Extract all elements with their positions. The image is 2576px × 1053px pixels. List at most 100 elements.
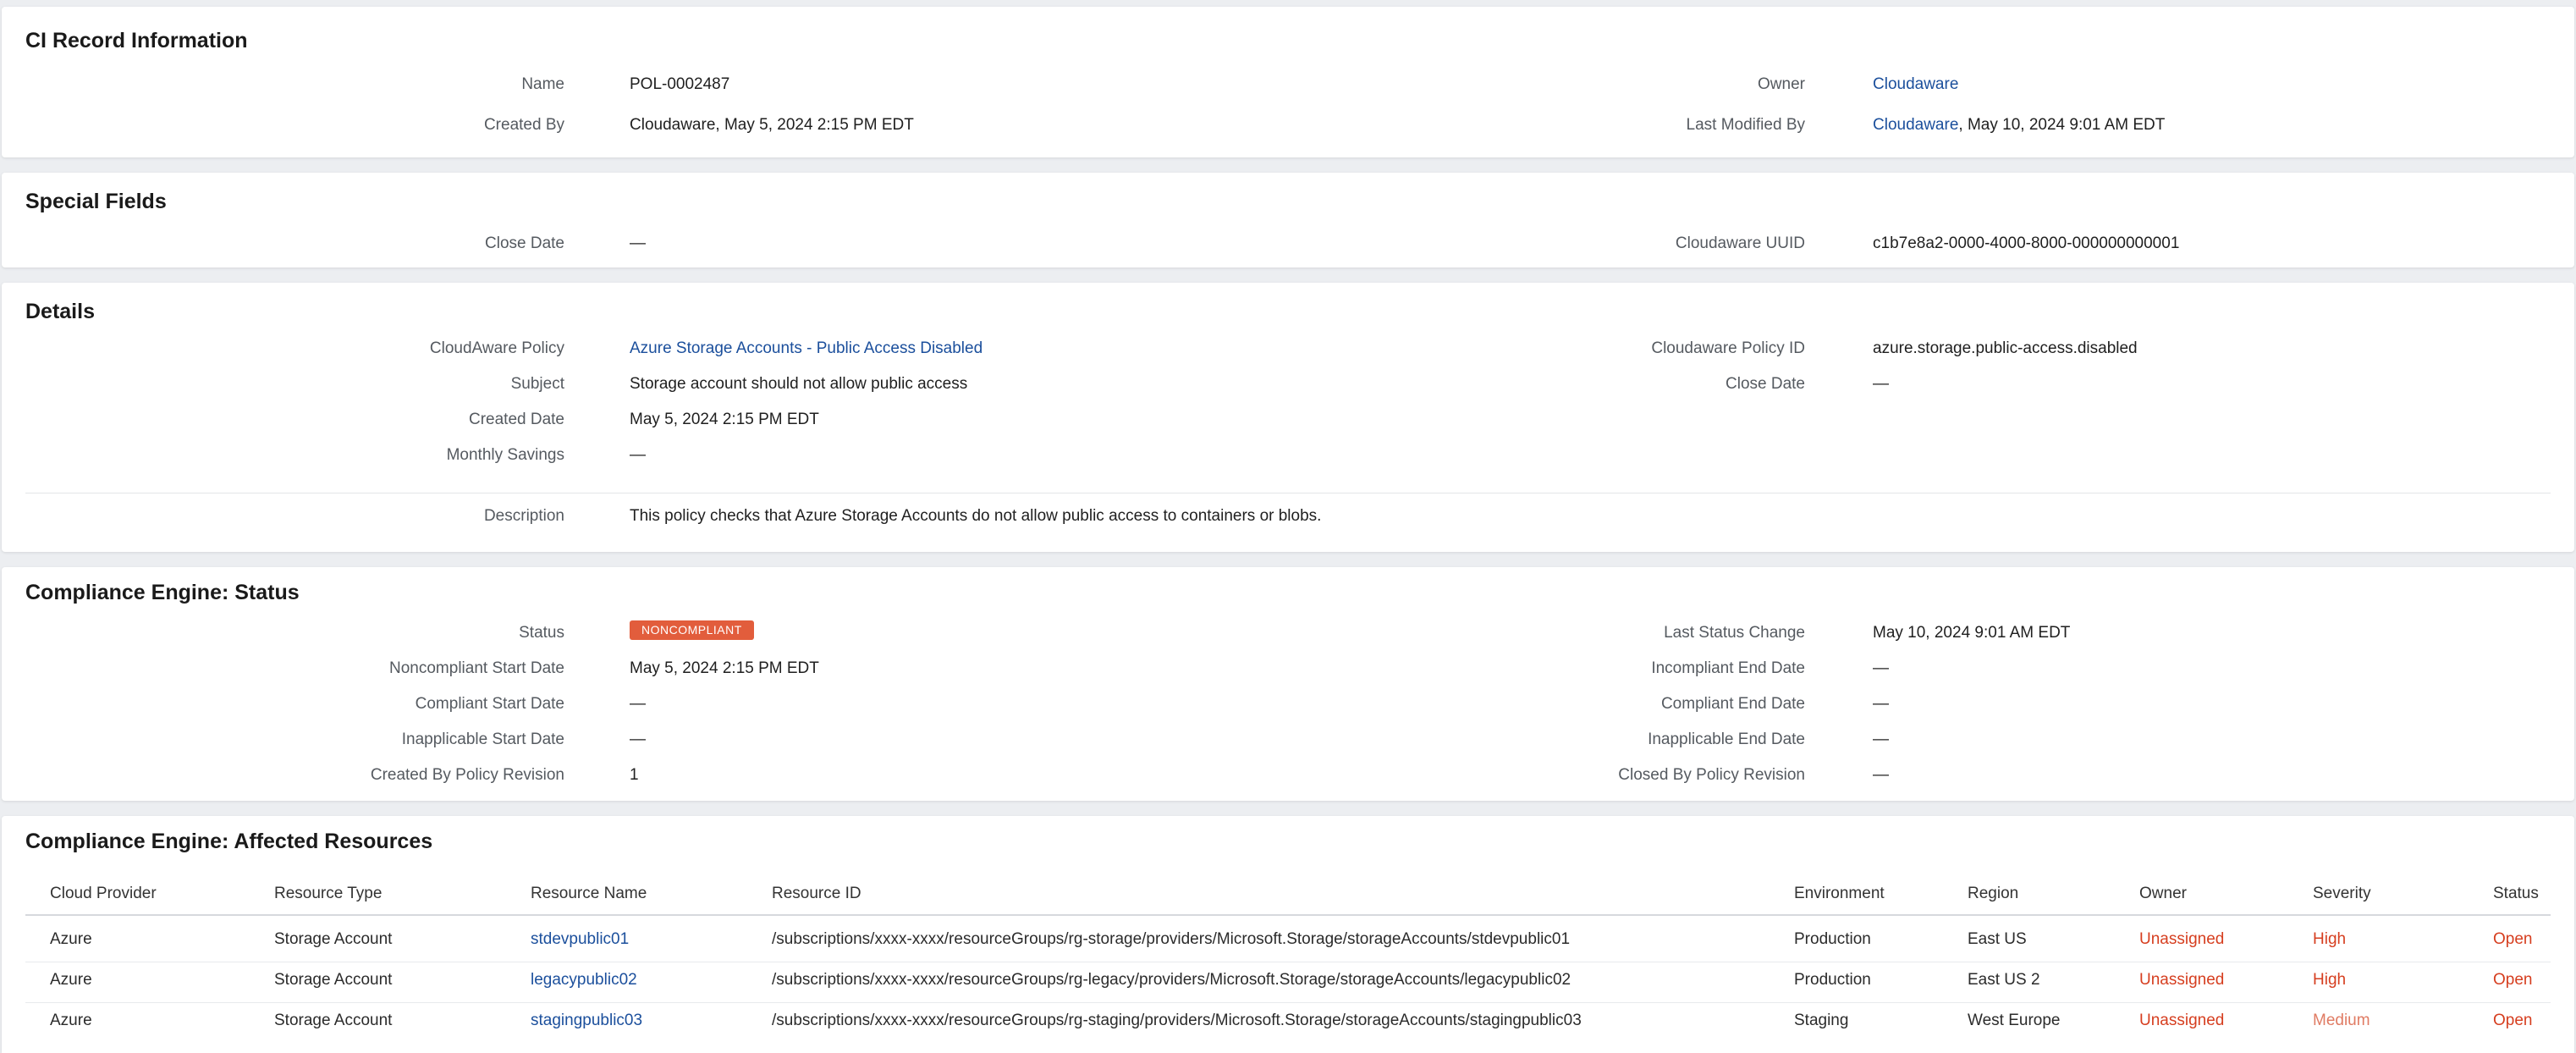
details-row-created: Created Date May 5, 2024 2:15 PM EDT xyxy=(2,405,2574,435)
cell-type: Storage Account xyxy=(274,1012,393,1029)
cell-environment: Production xyxy=(1794,971,1871,989)
policy-link[interactable]: Azure Storage Accounts - Public Access D… xyxy=(630,334,983,364)
noncompliant-start-label: Noncompliant Start Date xyxy=(389,659,564,677)
compliance-status-card: Compliance Engine: Status Status NONCOMP… xyxy=(2,567,2574,801)
details-row-savings: Monthly Savings — xyxy=(2,440,2574,471)
cell-provider: Azure xyxy=(50,971,92,989)
cell-owner: Unassigned xyxy=(2139,930,2225,948)
details-title: Details xyxy=(25,300,95,323)
noncompliant-badge: NONCOMPLIANT xyxy=(630,620,754,641)
closed-revision-value: — xyxy=(1873,766,1889,784)
incompliant-end-value: — xyxy=(1873,659,1889,677)
cell-resource-name-link[interactable]: stdevpublic01 xyxy=(531,919,629,960)
last-modified-date: , May 10, 2024 9:01 AM EDT xyxy=(1958,116,2166,134)
cell-severity: High xyxy=(2313,930,2347,948)
compliant-start-label: Compliant Start Date xyxy=(415,695,564,713)
monthly-savings-value: — xyxy=(630,446,646,464)
inapplicable-start-label: Inapplicable Start Date xyxy=(401,730,564,748)
details-close-date-value: — xyxy=(1873,375,1889,393)
details-card: Details CloudAware Policy Azure Storage … xyxy=(2,283,2574,552)
details-row-policy: CloudAware Policy Azure Storage Accounts… xyxy=(2,334,2574,364)
cell-severity: Medium xyxy=(2313,1012,2370,1029)
subject-label: Subject xyxy=(510,375,564,393)
cell-status: Open xyxy=(2493,1012,2533,1029)
cell-provider: Azure xyxy=(50,1012,92,1029)
ci-row-created: Created By Cloudaware, May 5, 2024 2:15 … xyxy=(2,110,2574,141)
close-date-label: Close Date xyxy=(485,234,564,252)
subject-value: Storage account should not allow public … xyxy=(630,375,968,393)
status-row-4: Inapplicable Start Date — Inapplicable E… xyxy=(2,725,2574,755)
last-status-change-label: Last Status Change xyxy=(1664,624,1805,642)
cell-resource-name-link[interactable]: legacypublic02 xyxy=(531,960,637,1001)
col-status[interactable]: Status xyxy=(2493,874,2539,914)
policy-id-value: azure.storage.public-access.disabled xyxy=(1873,339,2138,357)
details-row-subject: Subject Storage account should not allow… xyxy=(2,369,2574,400)
created-date-label: Created Date xyxy=(468,411,564,428)
table-row[interactable]: Azure Storage Account stdevpublic01 /sub… xyxy=(2,919,2574,960)
cell-resource-id: /subscriptions/xxxx-xxxx/resourceGroups/… xyxy=(772,930,1571,948)
last-modified-user-link[interactable]: Cloudaware xyxy=(1873,116,1958,134)
name-value: POL-0002487 xyxy=(630,75,730,93)
owner-link[interactable]: Cloudaware xyxy=(1873,69,1958,100)
table-row[interactable]: Azure Storage Account legacypublic02 /su… xyxy=(2,960,2574,1001)
col-resource-type[interactable]: Resource Type xyxy=(274,874,382,914)
col-environment[interactable]: Environment xyxy=(1794,874,1885,914)
uuid-label: Cloudaware UUID xyxy=(1675,234,1805,252)
status-row-2: Noncompliant Start Date May 5, 2024 2:15… xyxy=(2,653,2574,684)
details-close-date-label: Close Date xyxy=(1726,375,1805,393)
compliant-end-value: — xyxy=(1873,695,1889,713)
monthly-savings-label: Monthly Savings xyxy=(446,446,564,464)
col-region[interactable]: Region xyxy=(1968,874,2018,914)
policy-label: CloudAware Policy xyxy=(429,339,564,357)
created-revision-label: Created By Policy Revision xyxy=(370,766,564,784)
special-fields-title: Special Fields xyxy=(25,190,167,213)
incompliant-end-label: Incompliant End Date xyxy=(1651,659,1805,677)
last-modified-label: Last Modified By xyxy=(1686,116,1805,134)
inapplicable-end-label: Inapplicable End Date xyxy=(1648,730,1805,748)
special-fields-card: Special Fields Close Date — Cloudaware U… xyxy=(2,173,2574,267)
uuid-value: c1b7e8a2-0000-4000-8000-000000000001 xyxy=(1873,234,2180,252)
col-resource-id[interactable]: Resource ID xyxy=(772,874,861,914)
cell-status: Open xyxy=(2493,971,2533,989)
last-modified-value: Cloudaware, May 10, 2024 9:01 AM EDT xyxy=(1873,110,2165,141)
policy-id-label: Cloudaware Policy ID xyxy=(1651,339,1805,357)
cell-type: Storage Account xyxy=(274,930,393,948)
cell-type: Storage Account xyxy=(274,971,393,989)
cell-status: Open xyxy=(2493,930,2533,948)
inapplicable-start-value: — xyxy=(630,730,646,748)
cell-resource-id: /subscriptions/xxxx-xxxx/resourceGroups/… xyxy=(772,1012,1582,1029)
col-cloud-provider[interactable]: Cloud Provider xyxy=(50,874,157,914)
cell-resource-id: /subscriptions/xxxx-xxxx/resourceGroups/… xyxy=(772,971,1571,989)
owner-label: Owner xyxy=(1758,75,1805,93)
col-severity[interactable]: Severity xyxy=(2313,874,2371,914)
created-by-label: Created By xyxy=(483,116,564,134)
status-row-1: Status NONCOMPLIANT Last Status Change M… xyxy=(2,618,2574,648)
name-label: Name xyxy=(521,75,564,93)
col-owner[interactable]: Owner xyxy=(2139,874,2187,914)
status-label: Status xyxy=(519,624,564,642)
compliant-end-label: Compliant End Date xyxy=(1660,695,1805,713)
ci-record-card: CI Record Information Name POL-0002487 O… xyxy=(2,7,2574,157)
close-date-value: — xyxy=(630,234,646,252)
status-row-5: Created By Policy Revision 1 Closed By P… xyxy=(2,760,2574,791)
resources-table-header: Cloud Provider Resource Type Resource Na… xyxy=(2,874,2574,914)
description-label: Description xyxy=(483,507,564,525)
cell-region: West Europe xyxy=(1968,1012,2061,1029)
status-row-3: Compliant Start Date — Compliant End Dat… xyxy=(2,689,2574,719)
cell-environment: Production xyxy=(1794,930,1871,948)
compliant-start-value: — xyxy=(630,695,646,713)
affected-resources-title: Compliance Engine: Affected Resources xyxy=(25,830,433,853)
header-divider xyxy=(25,914,2551,916)
noncompliant-start-value: May 5, 2024 2:15 PM EDT xyxy=(630,659,819,677)
cell-resource-name-link[interactable]: stagingpublic03 xyxy=(531,1001,642,1041)
last-status-change-value: May 10, 2024 9:01 AM EDT xyxy=(1873,624,2071,642)
cell-severity: High xyxy=(2313,971,2347,989)
affected-resources-card: Compliance Engine: Affected Resources Cl… xyxy=(2,816,2574,1053)
compliance-status-title: Compliance Engine: Status xyxy=(25,581,300,604)
table-row[interactable]: Azure Storage Account stagingpublic03 /s… xyxy=(2,1001,2574,1041)
col-resource-name[interactable]: Resource Name xyxy=(531,874,647,914)
special-row-1: Close Date — Cloudaware UUID c1b7e8a2-00… xyxy=(2,229,2574,259)
cell-region: East US 2 xyxy=(1968,971,2040,989)
created-revision-value: 1 xyxy=(630,766,639,784)
description-value: This policy checks that Azure Storage Ac… xyxy=(630,507,1322,525)
